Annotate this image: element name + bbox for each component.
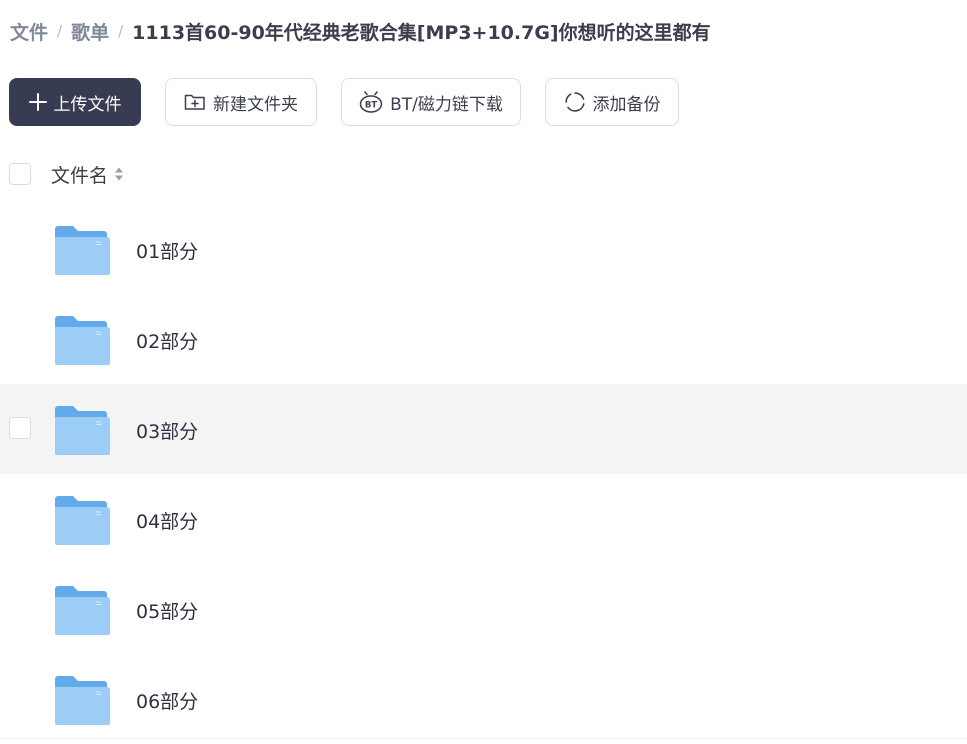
add-backup-button[interactable]: 添加备份 [545, 78, 679, 126]
breadcrumb-current-folder: 1113首60-90年代经典老歌合集[MP3+10.7G]你想听的这里都有 [132, 21, 711, 44]
upload-file-button[interactable]: 上传文件 [9, 78, 141, 126]
file-list: 01部分 02部分 03部分 04部分 05部分 06部分 [0, 204, 967, 744]
folder-name[interactable]: 04部分 [136, 507, 198, 534]
new-folder-icon [184, 94, 205, 110]
file-list-header: 文件名 [0, 150, 967, 198]
bt-magnet-download-label: BT/磁力链下载 [390, 94, 503, 115]
folder-icon [55, 316, 110, 365]
folder-icon [55, 586, 110, 635]
bt-magnet-download-button[interactable]: BT BT/磁力链下载 [341, 78, 521, 126]
plus-icon [28, 93, 47, 111]
folder-row[interactable]: 05部分 [0, 564, 967, 654]
breadcrumb-separator: / [118, 22, 124, 40]
folder-icon [55, 496, 110, 545]
folder-name[interactable]: 05部分 [136, 597, 198, 624]
sort-icon[interactable] [114, 166, 124, 182]
select-all-checkbox[interactable] [9, 163, 31, 185]
folder-row[interactable]: 04部分 [0, 474, 967, 564]
add-backup-label: 添加备份 [592, 94, 661, 115]
breadcrumb-item-files[interactable]: 文件 [10, 18, 48, 45]
bt-icon: BT [359, 91, 383, 113]
breadcrumb-item-playlist[interactable]: 歌单 [71, 18, 109, 45]
list-divider [0, 738, 967, 739]
folder-row[interactable]: 02部分 [0, 294, 967, 384]
folder-name[interactable]: 06部分 [136, 687, 198, 714]
folder-name[interactable]: 01部分 [136, 237, 198, 264]
folder-name[interactable]: 03部分 [136, 417, 198, 444]
folder-row[interactable]: 06部分 [0, 654, 967, 744]
filename-header-label: 文件名 [51, 164, 109, 187]
folder-row[interactable]: 01部分 [0, 204, 967, 294]
column-header-filename[interactable]: 文件名 [51, 161, 124, 188]
row-checkbox[interactable] [9, 417, 31, 439]
breadcrumb-separator: / [57, 22, 63, 40]
folder-icon [55, 226, 110, 275]
breadcrumb: 文件 / 歌单 / 1113首60-90年代经典老歌合集[MP3+10.7G]你… [10, 17, 711, 45]
new-folder-label: 新建文件夹 [213, 94, 298, 115]
sync-icon [564, 92, 585, 112]
upload-file-label: 上传文件 [53, 94, 122, 115]
new-folder-button[interactable]: 新建文件夹 [165, 78, 317, 126]
folder-icon [55, 406, 110, 455]
svg-text:BT: BT [365, 101, 377, 111]
folder-name[interactable]: 02部分 [136, 327, 198, 354]
folder-row[interactable]: 03部分 [0, 384, 967, 474]
folder-icon [55, 676, 110, 725]
